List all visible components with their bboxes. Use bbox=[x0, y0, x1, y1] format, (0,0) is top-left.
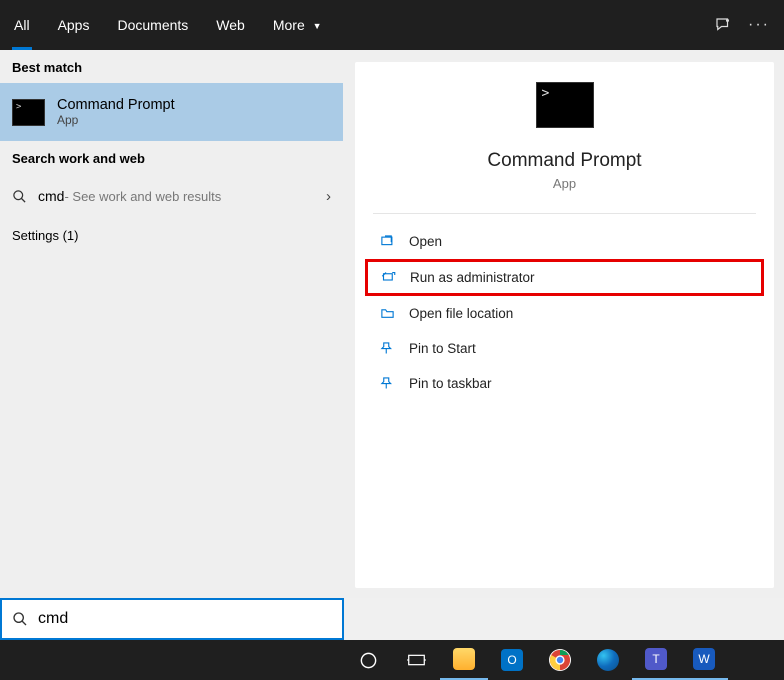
action-open[interactable]: Open bbox=[365, 224, 764, 259]
pin-icon bbox=[377, 376, 397, 391]
search-tabs: All Apps Documents Web More ▼ ··· bbox=[0, 0, 784, 50]
tab-more-label: More bbox=[273, 17, 305, 33]
cortana-button[interactable] bbox=[344, 640, 392, 680]
tab-apps[interactable]: Apps bbox=[44, 0, 104, 50]
tab-web[interactable]: Web bbox=[202, 0, 259, 50]
action-open-file-location[interactable]: Open file location bbox=[365, 296, 764, 331]
action-pin-to-start[interactable]: Pin to Start bbox=[365, 331, 764, 366]
taskbar-teams[interactable]: T bbox=[632, 640, 680, 680]
action-pin-start-label: Pin to Start bbox=[409, 341, 476, 356]
taskbar-chrome[interactable] bbox=[536, 640, 584, 680]
search-web-hint: - See work and web results bbox=[64, 189, 221, 204]
tab-more[interactable]: More ▼ bbox=[259, 0, 336, 50]
search-web-term: cmd bbox=[38, 188, 64, 204]
search-web-item[interactable]: cmd - See work and web results › bbox=[0, 174, 343, 218]
chevron-down-icon: ▼ bbox=[313, 21, 322, 31]
action-open-file-loc-label: Open file location bbox=[409, 306, 513, 321]
search-input[interactable] bbox=[38, 610, 332, 628]
settings-section-label[interactable]: Settings (1) bbox=[0, 218, 343, 253]
teams-icon: T bbox=[645, 648, 667, 670]
chrome-icon bbox=[549, 649, 571, 671]
action-pin-taskbar-label: Pin to taskbar bbox=[409, 376, 492, 391]
taskbar-word[interactable]: W bbox=[680, 640, 728, 680]
ellipsis-icon[interactable]: ··· bbox=[744, 16, 774, 34]
pin-icon bbox=[377, 341, 397, 356]
tab-all[interactable]: All bbox=[0, 0, 44, 50]
best-match-title: Command Prompt bbox=[57, 97, 175, 113]
taskview-button[interactable] bbox=[392, 640, 440, 680]
results-list: Best match Command Prompt App Search wor… bbox=[0, 50, 343, 598]
word-icon: W bbox=[693, 648, 715, 670]
best-match-label: Best match bbox=[0, 50, 343, 83]
taskbar: O T W bbox=[0, 640, 784, 680]
edge-icon bbox=[597, 649, 619, 671]
taskbar-edge[interactable] bbox=[584, 640, 632, 680]
command-prompt-icon-large bbox=[536, 82, 594, 128]
feedback-icon[interactable] bbox=[714, 16, 744, 34]
search-results-panel: Best match Command Prompt App Search wor… bbox=[0, 50, 784, 598]
action-pin-to-taskbar[interactable]: Pin to taskbar bbox=[365, 366, 764, 401]
preview-app-title: Command Prompt bbox=[355, 150, 774, 172]
open-icon bbox=[377, 234, 397, 249]
best-match-item[interactable]: Command Prompt App bbox=[0, 83, 343, 141]
search-icon bbox=[12, 189, 30, 204]
preview-app-type: App bbox=[355, 176, 774, 191]
search-work-web-label: Search work and web bbox=[0, 141, 343, 174]
chevron-right-icon: › bbox=[326, 188, 331, 205]
preview-pane: Command Prompt App Open Run as administr… bbox=[355, 62, 774, 588]
action-open-label: Open bbox=[409, 234, 442, 249]
action-run-as-administrator[interactable]: Run as administrator bbox=[365, 259, 764, 296]
taskbar-outlook[interactable]: O bbox=[488, 640, 536, 680]
search-icon bbox=[12, 611, 28, 627]
tab-documents[interactable]: Documents bbox=[103, 0, 202, 50]
action-run-admin-label: Run as administrator bbox=[410, 270, 535, 285]
shield-icon bbox=[378, 270, 398, 285]
outlook-icon: O bbox=[501, 649, 523, 671]
taskbar-file-explorer[interactable] bbox=[440, 640, 488, 680]
action-list: Open Run as administrator Open file loca… bbox=[355, 214, 774, 411]
best-match-subtitle: App bbox=[57, 113, 175, 127]
search-box[interactable] bbox=[0, 598, 344, 640]
command-prompt-icon bbox=[12, 99, 45, 126]
file-explorer-icon bbox=[453, 648, 475, 670]
folder-icon bbox=[377, 306, 397, 321]
